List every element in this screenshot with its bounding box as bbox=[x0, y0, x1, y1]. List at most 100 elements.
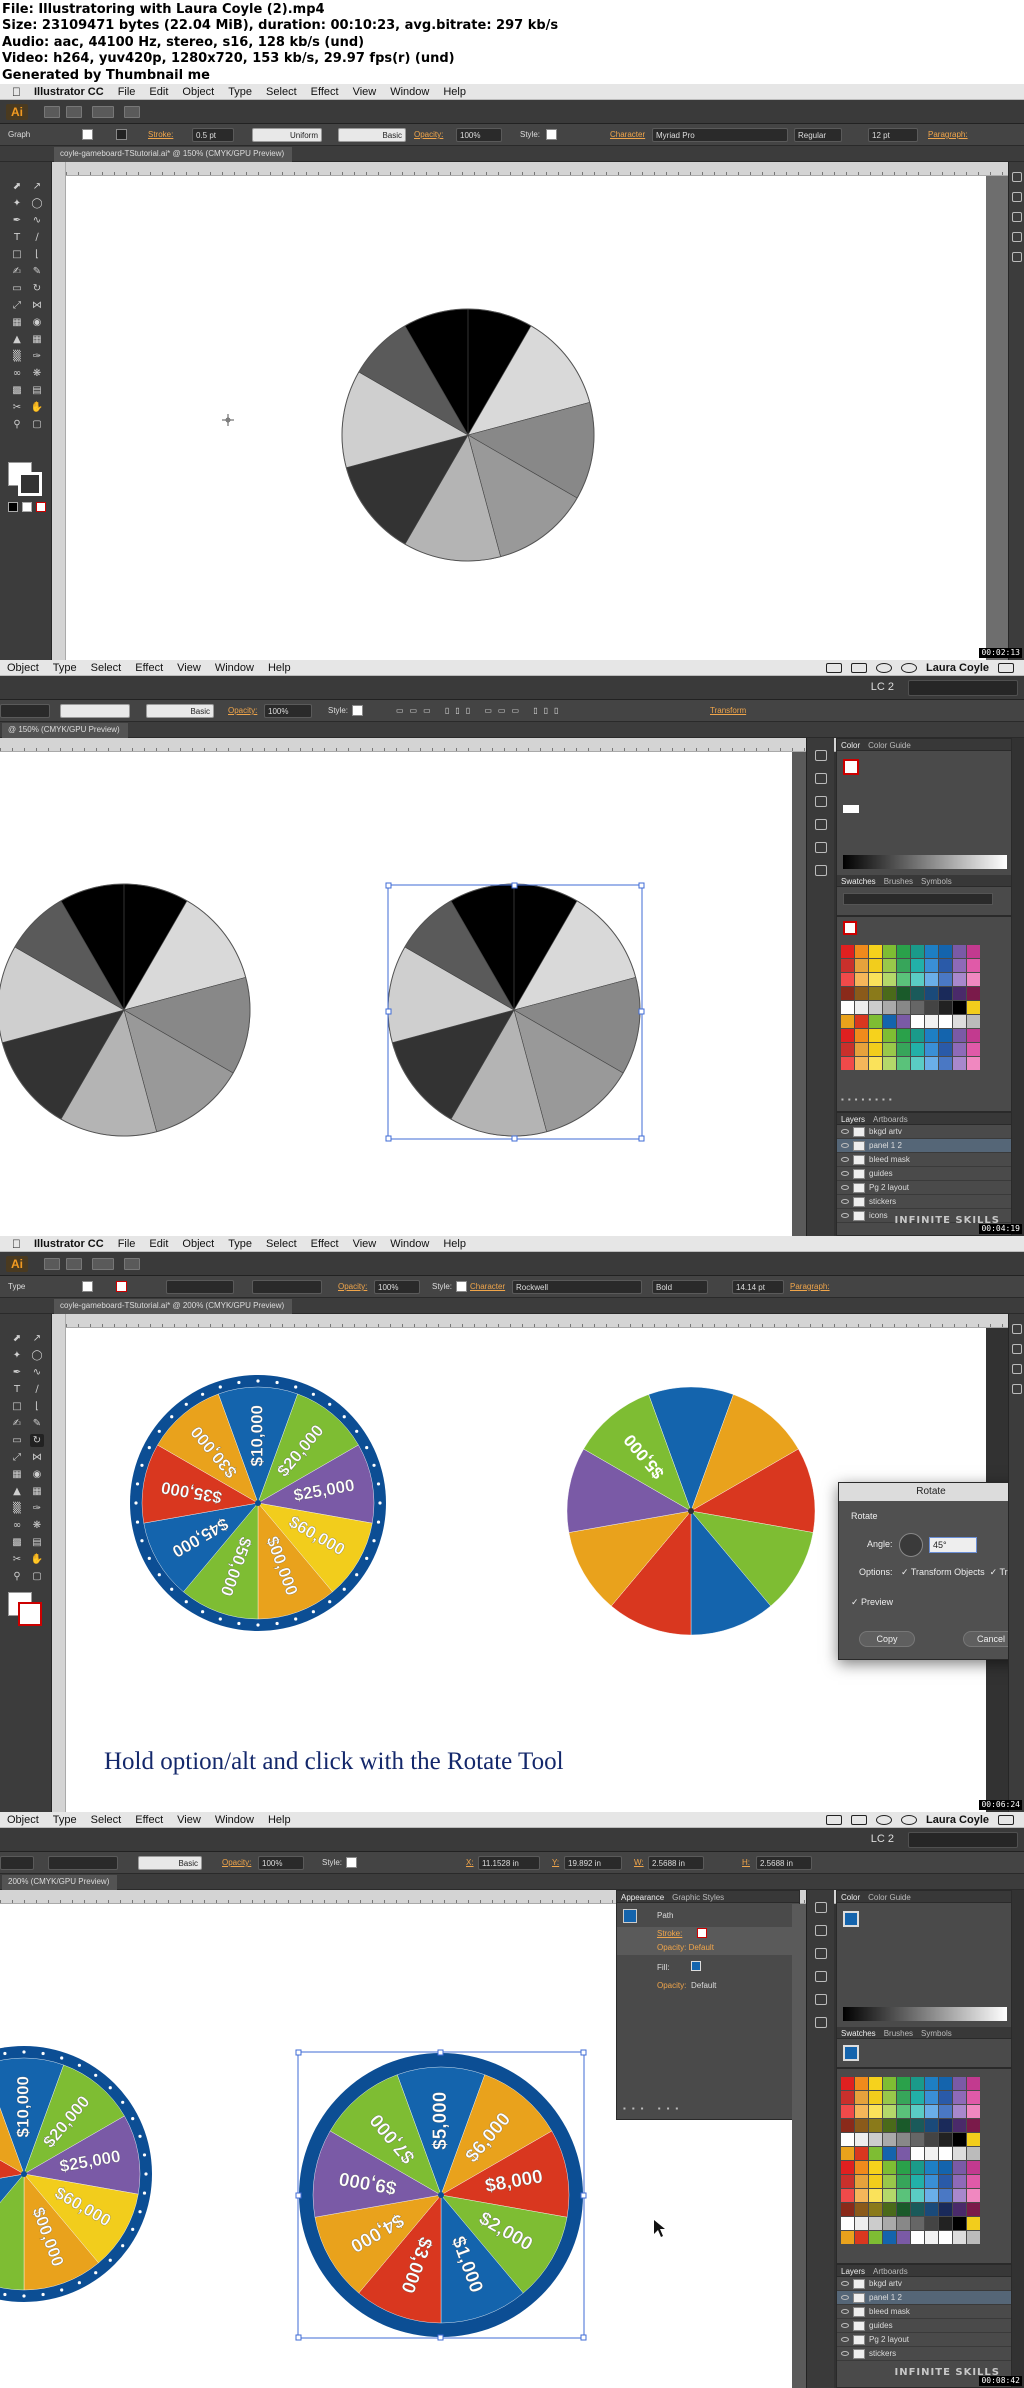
swatch[interactable] bbox=[883, 1043, 896, 1056]
swatch[interactable] bbox=[953, 1029, 966, 1042]
opacity-label[interactable]: Opacity: bbox=[222, 1858, 251, 1867]
swatch[interactable] bbox=[939, 1001, 952, 1014]
prize-wheel-finished[interactable]: $10,000 $20,000$25,000$60,000$00,000$50,0… bbox=[130, 1375, 386, 1631]
font-size-field[interactable]: 14.14 pt bbox=[732, 1280, 784, 1294]
menu-window[interactable]: Window bbox=[208, 1814, 261, 1826]
swatch[interactable] bbox=[911, 1029, 924, 1042]
swatch[interactable] bbox=[883, 959, 896, 972]
stock-icon[interactable] bbox=[66, 106, 82, 118]
swatch[interactable] bbox=[967, 1043, 980, 1056]
swatch[interactable] bbox=[953, 2161, 966, 2174]
user-name[interactable]: Laura Coyle bbox=[926, 662, 989, 674]
stroke-row-label[interactable]: Stroke: bbox=[657, 1929, 682, 1938]
lasso-tool-icon[interactable]: ◯ bbox=[30, 197, 44, 210]
clock-icon[interactable] bbox=[901, 662, 918, 673]
graph-tool-icon[interactable]: ▩ bbox=[10, 1536, 24, 1549]
layer-row[interactable]: Pg 2 layout bbox=[837, 1181, 1011, 1195]
menu-view[interactable]: View bbox=[346, 86, 384, 98]
color-fill-stroke-icon[interactable] bbox=[843, 1911, 859, 1927]
eye-icon[interactable] bbox=[841, 1171, 849, 1176]
swatch[interactable] bbox=[911, 2217, 924, 2230]
swatch[interactable] bbox=[883, 2189, 896, 2202]
opacity-field[interactable]: 100% bbox=[258, 1856, 304, 1870]
layers-panel-icon[interactable] bbox=[1011, 252, 1022, 262]
apple-icon[interactable]:  bbox=[0, 85, 27, 99]
brushes-panel-icon[interactable] bbox=[814, 796, 827, 807]
paintbrush-tool-icon[interactable]: ⌊ bbox=[30, 248, 44, 261]
swatch[interactable] bbox=[897, 959, 910, 972]
swatch[interactable] bbox=[925, 973, 938, 986]
curvature-tool-icon[interactable]: ∿ bbox=[30, 1366, 44, 1379]
w-field[interactable]: 2.5688 in bbox=[648, 1856, 704, 1870]
shaper-tool-icon[interactable]: ✍ bbox=[10, 265, 24, 278]
tab-artboards[interactable]: Artboards bbox=[873, 1115, 908, 1124]
swatch[interactable] bbox=[897, 2161, 910, 2174]
angle-dial-icon[interactable] bbox=[899, 1533, 923, 1557]
swatch[interactable] bbox=[869, 1029, 882, 1042]
swatch[interactable] bbox=[869, 2175, 882, 2188]
shape-builder-tool-icon[interactable]: ◉ bbox=[30, 316, 44, 329]
swatch[interactable] bbox=[953, 2105, 966, 2118]
swatch[interactable] bbox=[841, 2091, 854, 2104]
swatch[interactable] bbox=[925, 2077, 938, 2090]
none-swatch[interactable] bbox=[843, 805, 859, 813]
perspective-grid-tool-icon[interactable]: ▲ bbox=[10, 1485, 24, 1498]
stroke-swatch[interactable] bbox=[116, 129, 127, 140]
transform-label[interactable]: Transform bbox=[710, 706, 746, 715]
swatch[interactable] bbox=[855, 2119, 868, 2132]
layers-panel-tabs[interactable]: Layers Artboards bbox=[837, 2265, 1011, 2277]
type-tool-icon[interactable]: T bbox=[10, 1383, 24, 1396]
swatch[interactable] bbox=[841, 2105, 854, 2118]
symbols-panel-icon[interactable] bbox=[814, 1971, 827, 1982]
none-mode-icon[interactable] bbox=[36, 502, 46, 512]
swatch[interactable] bbox=[953, 2091, 966, 2104]
camera-icon[interactable] bbox=[826, 662, 843, 673]
opacity-field[interactable]: 100% bbox=[456, 128, 502, 142]
swatch[interactable] bbox=[869, 2161, 882, 2174]
swatch[interactable] bbox=[967, 2231, 980, 2244]
bridge-icon[interactable] bbox=[44, 106, 60, 118]
swatch-grid[interactable] bbox=[841, 945, 980, 1070]
brushes-panel-icon[interactable] bbox=[814, 1948, 827, 1959]
opacity-row-label[interactable]: Opacity: bbox=[657, 1981, 686, 1990]
fill-row-label[interactable]: Fill: bbox=[657, 1963, 669, 1972]
swatch[interactable] bbox=[953, 2147, 966, 2160]
appearance-icon[interactable] bbox=[814, 865, 827, 876]
swatch[interactable] bbox=[897, 2175, 910, 2188]
menu-select[interactable]: Select bbox=[84, 1814, 129, 1826]
menu-type[interactable]: Type bbox=[221, 86, 259, 98]
bridge-icon[interactable] bbox=[44, 1258, 60, 1270]
swatches-panel-tabs[interactable]: Swatches Brushes Symbols bbox=[837, 2027, 1011, 2039]
swatch[interactable] bbox=[939, 2175, 952, 2188]
eye-icon[interactable] bbox=[841, 2309, 849, 2314]
grayscale-wheel-original[interactable] bbox=[0, 883, 251, 1137]
menu-effect[interactable]: Effect bbox=[128, 1814, 170, 1826]
menu-list-icon[interactable] bbox=[998, 1814, 1014, 1825]
swatch[interactable] bbox=[855, 1043, 868, 1056]
font-family-field[interactable]: Myriad Pro bbox=[652, 128, 788, 142]
swatch[interactable] bbox=[855, 2133, 868, 2146]
swatch[interactable] bbox=[967, 2133, 980, 2146]
scale-tool-icon[interactable]: ⤢ bbox=[10, 299, 24, 312]
gradient-tool-icon[interactable]: ▒ bbox=[10, 350, 24, 363]
swatch[interactable] bbox=[841, 2189, 854, 2202]
swatch[interactable] bbox=[883, 987, 896, 1000]
menu-select[interactable]: Select bbox=[84, 662, 129, 674]
tab-graphic-styles[interactable]: Graphic Styles bbox=[672, 1893, 724, 1902]
swatch[interactable] bbox=[953, 959, 966, 972]
menu-effect[interactable]: Effect bbox=[304, 86, 346, 98]
free-transform-tool-icon[interactable]: ▦ bbox=[10, 1468, 24, 1481]
swatch[interactable] bbox=[967, 1015, 980, 1028]
swatch[interactable] bbox=[883, 2133, 896, 2146]
font-style-field[interactable]: Regular bbox=[794, 128, 842, 142]
swatch-footer-icons[interactable]: ▪▪▪▪▪▪▪▪ bbox=[841, 1095, 991, 1105]
swatch[interactable] bbox=[925, 1015, 938, 1028]
tab-layers[interactable]: Layers bbox=[841, 2267, 865, 2276]
swatch[interactable] bbox=[883, 2147, 896, 2160]
tab-brushes[interactable]: Brushes bbox=[884, 877, 913, 886]
menu-help[interactable]: Help bbox=[436, 1238, 473, 1250]
swatch[interactable] bbox=[939, 959, 952, 972]
swatch[interactable] bbox=[883, 2161, 896, 2174]
swatch[interactable] bbox=[939, 2189, 952, 2202]
line-tool-icon[interactable]: ∕ bbox=[30, 231, 44, 244]
